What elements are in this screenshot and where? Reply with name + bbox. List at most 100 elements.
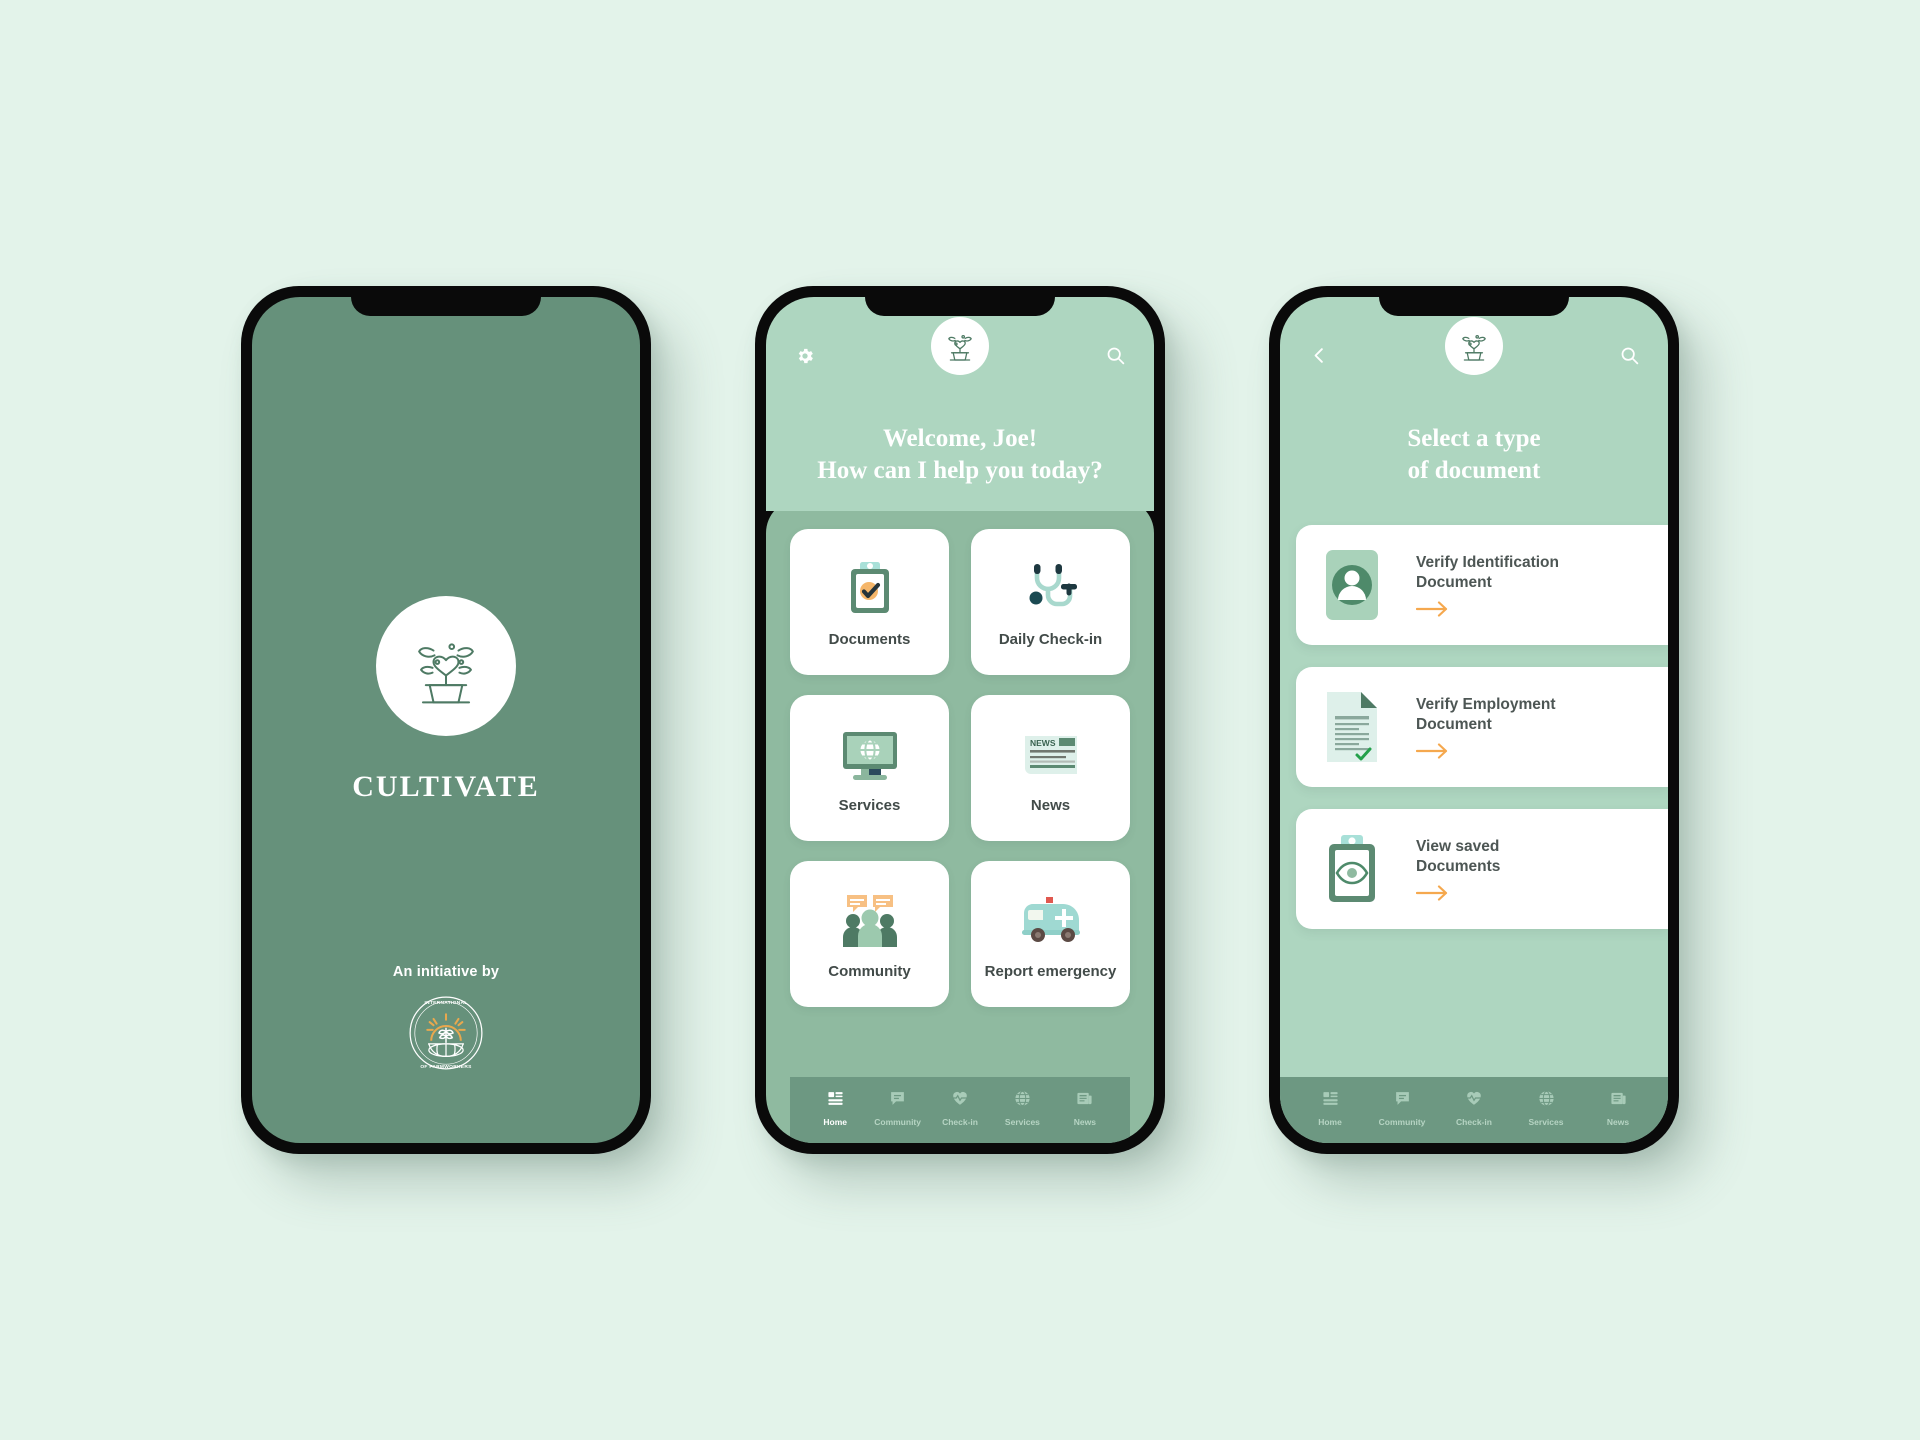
settings-button[interactable] <box>792 345 818 371</box>
documents-list: Verify Identification Document Verify Em… <box>1280 511 1668 1143</box>
page-title: Select a type of document <box>1306 423 1642 511</box>
doc-card-title-line-2: Document <box>1416 574 1492 591</box>
tile-label: Documents <box>828 630 911 648</box>
search-icon <box>1105 345 1126 371</box>
svg-text:INTERNATIONAL: INTERNATIONAL <box>424 1000 467 1006</box>
doc-card-view-saved[interactable]: View saved Documents <box>1296 809 1668 929</box>
document-verified-icon <box>1314 690 1390 764</box>
back-button[interactable] <box>1306 345 1332 371</box>
tile-community[interactable]: Community <box>790 861 949 1007</box>
doc-card-verify-employment[interactable]: Verify Employment Document <box>1296 667 1668 787</box>
nav-tab-community[interactable]: Community <box>1366 1090 1438 1127</box>
tile-label: Report emergency <box>984 962 1117 980</box>
splash-screen: CULTIVATE An initiative by INTERNATIONAL… <box>252 297 640 1143</box>
clipboard-check-icon <box>844 557 896 621</box>
doc-card-title: Verify Employment Document <box>1416 695 1556 735</box>
nav-tab-news[interactable]: News <box>1582 1090 1654 1127</box>
phone-home: Welcome, Joe! How can I help you today? <box>755 286 1165 1154</box>
tile-label: Daily Check-in <box>998 630 1103 648</box>
doc-card-title: Verify Identification Document <box>1416 553 1559 593</box>
doc-card-title-line-1: Verify Employment <box>1416 695 1556 713</box>
arrow-right-icon[interactable] <box>1415 743 1450 759</box>
documents-screen: Select a type of document Verify Identif… <box>1280 297 1668 1143</box>
nav-tab-label: Community <box>1378 1117 1426 1127</box>
brand-title: CULTIVATE <box>352 770 540 803</box>
app-logo-small <box>931 317 989 375</box>
greeting-line-1: Welcome, Joe! <box>882 425 1038 452</box>
potted-plant-heart-icon <box>1454 324 1494 369</box>
tile-label: Community <box>828 962 911 980</box>
chevron-left-icon <box>1310 346 1329 370</box>
nav-tab-services[interactable]: Services <box>991 1090 1053 1127</box>
doc-card-title: View saved Documents <box>1416 837 1500 877</box>
nav-tab-check-in[interactable]: Check-in <box>1438 1089 1510 1127</box>
bottom-nav: Home Community Check-in Services News <box>1280 1077 1668 1143</box>
tile-news[interactable]: NEWS News <box>971 695 1130 841</box>
tile-report-emergency[interactable]: Report emergency <box>971 861 1130 1007</box>
doc-card-text: Verify Identification Document <box>1415 553 1559 617</box>
doc-card-title-line-2: Documents <box>1416 858 1501 875</box>
device-notch <box>351 286 541 316</box>
newspaper-icon <box>1076 1090 1093 1112</box>
bottom-nav: Home Community Check-in Services News <box>790 1077 1130 1143</box>
nav-tab-label: Check-in <box>1456 1117 1492 1127</box>
potted-plant-heart-icon <box>398 616 494 717</box>
tile-documents[interactable]: Documents <box>790 529 949 675</box>
globe-sunrise-plant-badge-icon: INTERNATIONAL OF FARMWORKERS <box>407 996 485 1076</box>
search-button[interactable] <box>1616 345 1642 371</box>
nav-tab-community[interactable]: Community <box>866 1090 928 1127</box>
nav-tab-label: Check-in <box>942 1117 978 1127</box>
device-notch <box>1379 286 1569 316</box>
clipboard-eye-icon <box>1314 832 1390 906</box>
tile-services[interactable]: Services <box>790 695 949 841</box>
nav-tab-services[interactable]: Services <box>1510 1090 1582 1127</box>
tile-label: News <box>1030 796 1071 814</box>
tile-label: Services <box>838 796 901 814</box>
nav-tab-home[interactable]: Home <box>1294 1090 1366 1127</box>
home-content-panel: Documents Daily Check-in Services NEWS N… <box>766 499 1154 1143</box>
initiative-label: An initiative by <box>392 964 500 980</box>
newspaper-icon: NEWS <box>1021 723 1081 787</box>
heartbeat-icon <box>1465 1089 1483 1112</box>
dashboard-icon <box>827 1090 844 1112</box>
page-title-line-2: of document <box>1407 457 1541 484</box>
tile-daily-check-in[interactable]: Daily Check-in <box>971 529 1130 675</box>
newspaper-icon <box>1610 1090 1627 1112</box>
svg-text:NEWS: NEWS <box>1030 738 1056 748</box>
nav-tab-check-in[interactable]: Check-in <box>929 1089 991 1127</box>
globe-icon <box>1014 1090 1031 1112</box>
doc-card-verify-identification[interactable]: Verify Identification Document <box>1296 525 1668 645</box>
monitor-globe-icon <box>839 723 901 787</box>
nav-tab-label: Services <box>1528 1117 1564 1127</box>
page-title-line-1: Select a type <box>1407 425 1541 452</box>
arrow-right-icon[interactable] <box>1415 885 1450 901</box>
greeting-line-2: How can I help you today? <box>817 457 1103 484</box>
nav-tab-label: Home <box>1318 1117 1342 1127</box>
nav-tab-label: Services <box>1004 1117 1040 1127</box>
home-screen: Welcome, Joe! How can I help you today? <box>766 297 1154 1143</box>
doc-card-title-line-1: Verify Identification <box>1416 553 1559 571</box>
dashboard-icon <box>1322 1090 1339 1112</box>
svg-text:OF FARMWORKERS: OF FARMWORKERS <box>420 1064 472 1070</box>
chat-bubble-icon <box>889 1090 906 1112</box>
app-logo <box>376 596 516 736</box>
phone-documents: Select a type of document Verify Identif… <box>1269 286 1679 1154</box>
doc-card-title-line-1: View saved <box>1416 837 1500 855</box>
id-card-person-icon <box>1314 548 1390 622</box>
splash-footer: An initiative by INTERNATIONAL OF FARMWO… <box>252 964 640 1077</box>
search-button[interactable] <box>1102 345 1128 371</box>
doc-card-text: View saved Documents <box>1415 837 1500 901</box>
nav-tab-news[interactable]: News <box>1054 1090 1116 1127</box>
nav-tab-home[interactable]: Home <box>804 1090 866 1127</box>
potted-plant-heart-icon <box>940 324 980 369</box>
consortium-badge: INTERNATIONAL OF FARMWORKERS <box>407 994 485 1077</box>
arrow-right-icon[interactable] <box>1415 601 1450 617</box>
device-notch <box>865 286 1055 316</box>
search-icon <box>1619 345 1640 371</box>
globe-icon <box>1538 1090 1555 1112</box>
gear-icon <box>795 346 815 371</box>
nav-tab-label: News <box>1606 1117 1630 1127</box>
phone-splash: CULTIVATE An initiative by INTERNATIONAL… <box>241 286 651 1154</box>
documents-header: Select a type of document <box>1280 297 1668 511</box>
app-logo-small <box>1445 317 1503 375</box>
